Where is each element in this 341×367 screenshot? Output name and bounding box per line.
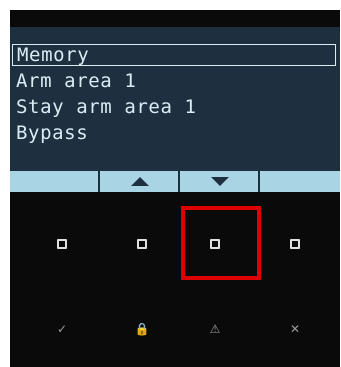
function-key-1[interactable] [57,239,67,249]
highlight-box [181,206,261,280]
softkey-1 [10,171,100,192]
lock-icon[interactable]: 🔒 [130,317,154,341]
function-key-4[interactable] [290,239,300,249]
close-icon[interactable]: ✕ [283,317,307,341]
softkey-up [100,171,180,192]
menu-item-arm-area-1[interactable]: Arm area 1 [12,70,336,92]
function-key-up[interactable] [137,239,147,249]
warning-icon[interactable]: ⚠ [203,317,227,341]
softkey-bar [10,171,340,192]
softkey-4 [260,171,340,192]
softkey-down [180,171,260,192]
menu-item-memory[interactable]: Memory [12,44,336,66]
lcd-screen: Memory Arm area 1 Stay arm area 1 Bypass [10,27,340,192]
keypad-device: Memory Arm area 1 Stay arm area 1 Bypass… [10,10,340,367]
menu-item-stay-arm-area-1[interactable]: Stay arm area 1 [12,96,336,118]
check-icon[interactable]: ✓ [50,317,74,341]
down-arrow-icon [211,177,229,186]
up-arrow-icon [131,177,149,186]
menu-item-bypass[interactable]: Bypass [12,122,336,144]
